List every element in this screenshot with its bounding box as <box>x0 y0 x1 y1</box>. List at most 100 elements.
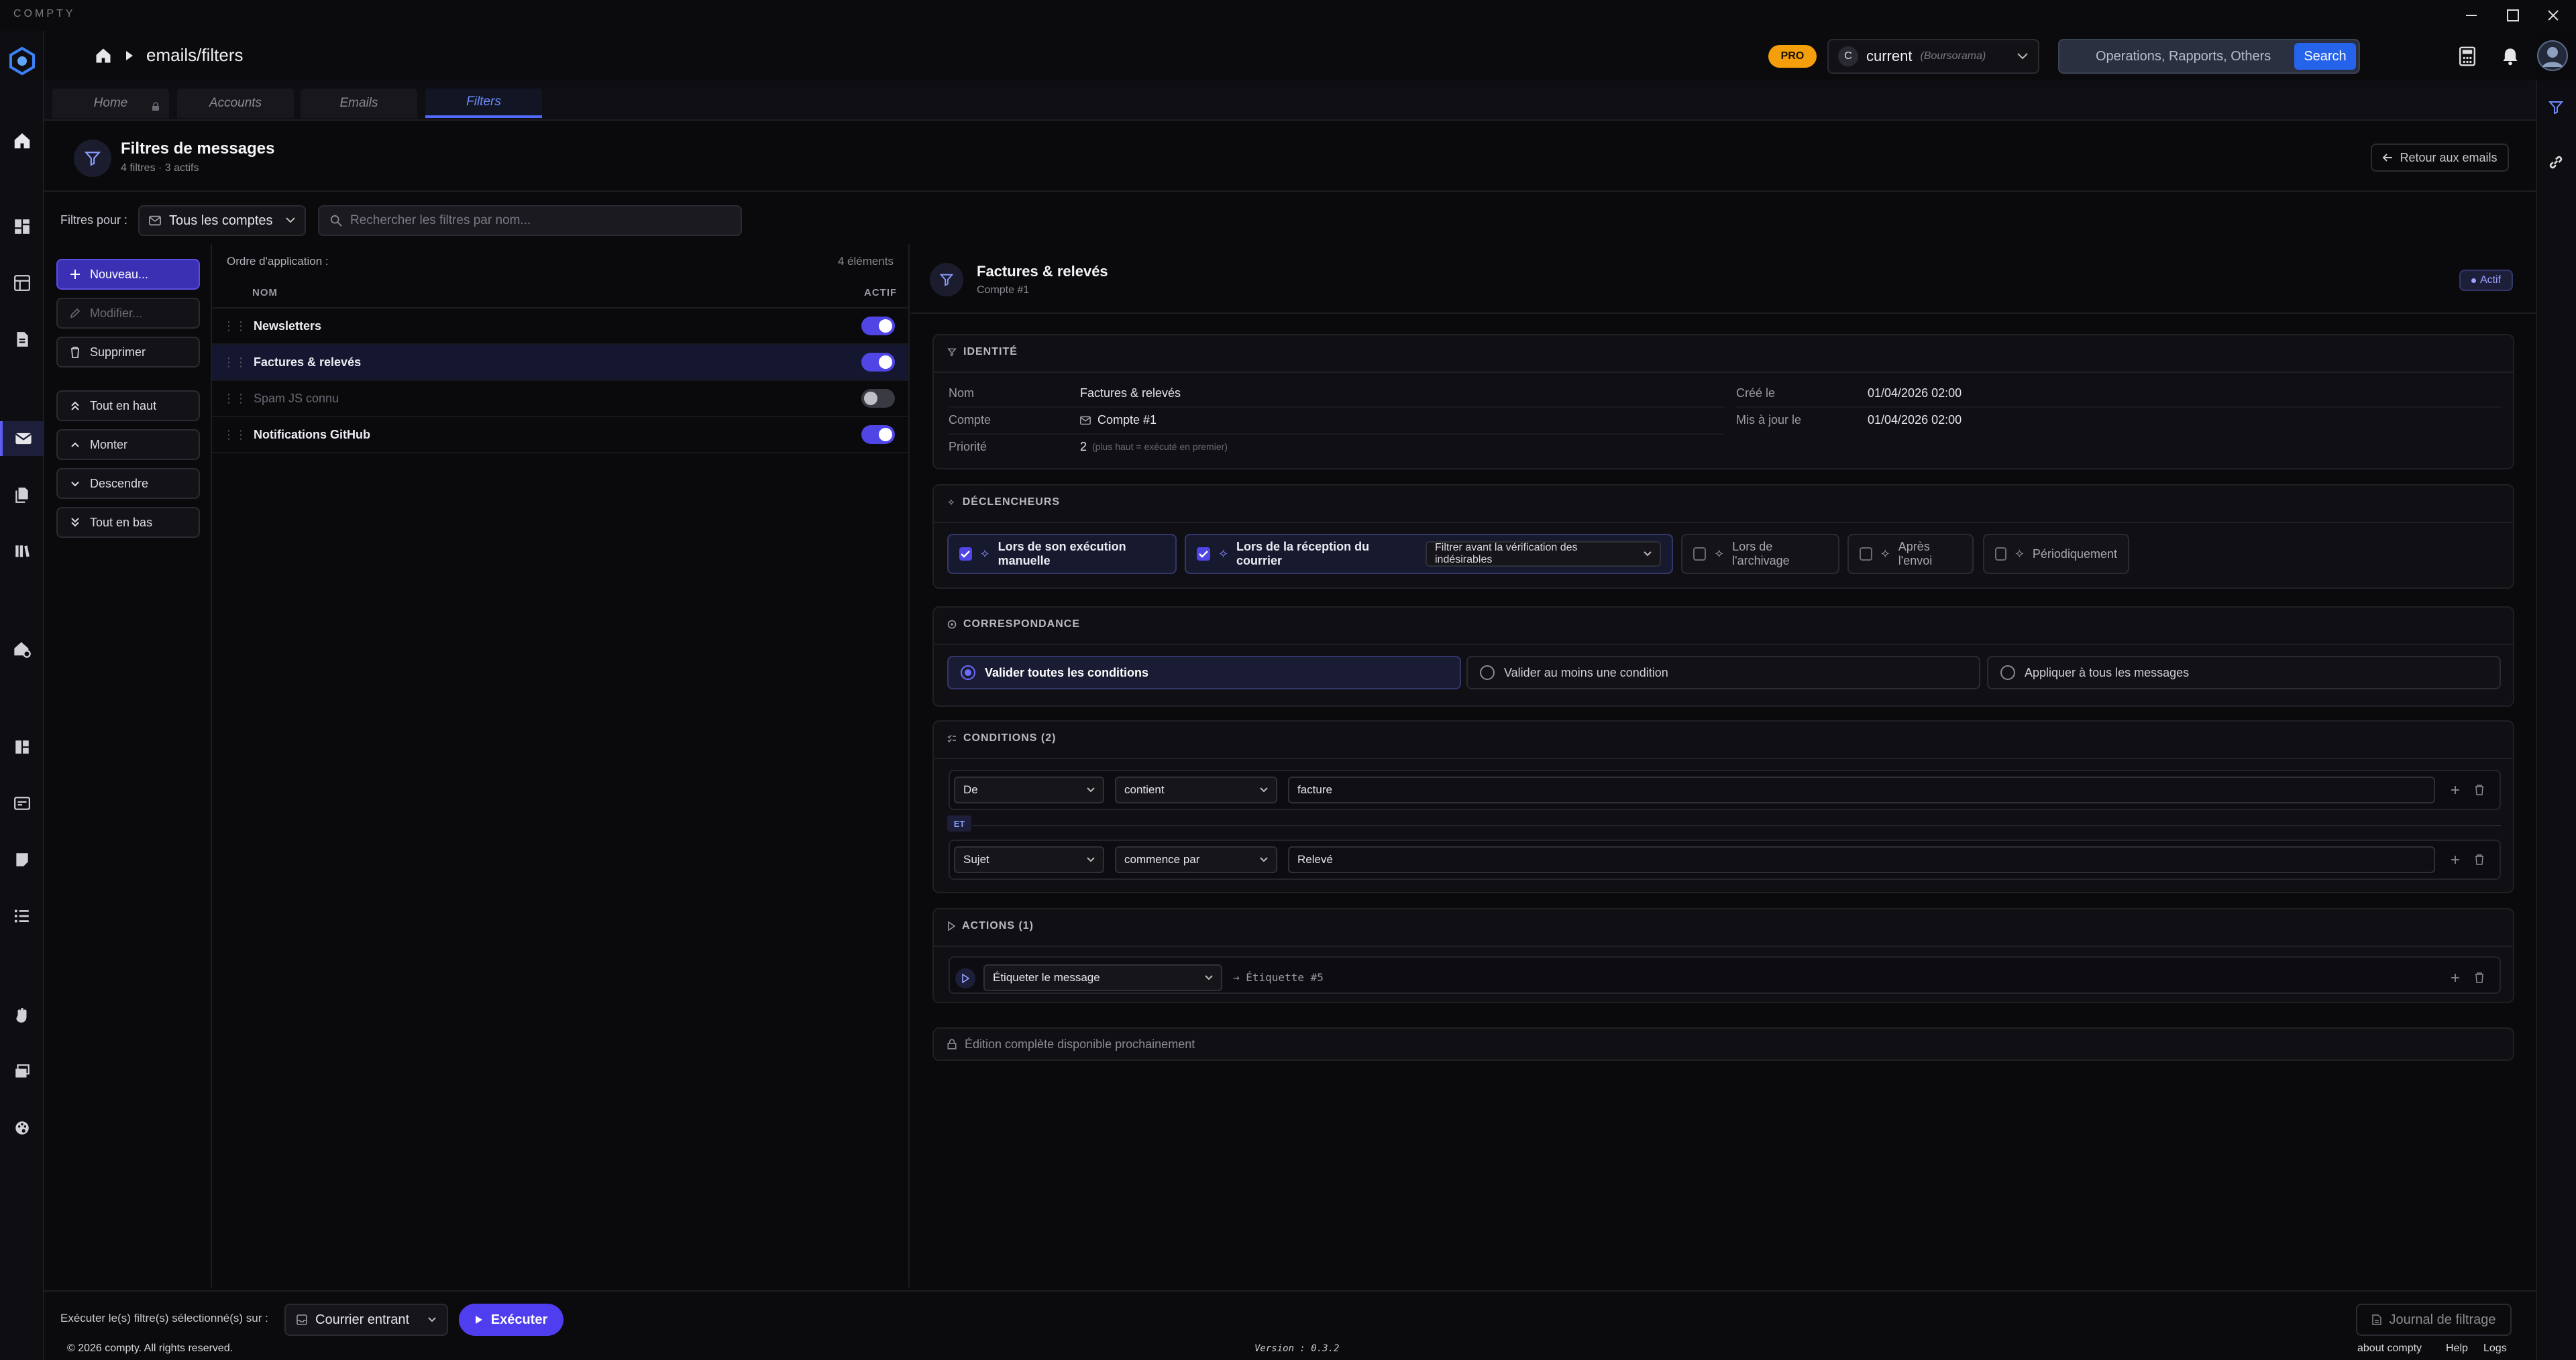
user-avatar[interactable] <box>2537 40 2568 71</box>
home-icon[interactable] <box>94 46 113 65</box>
drag-handle-icon[interactable]: ⋮⋮ <box>223 428 247 442</box>
condition-field-select[interactable]: De <box>954 777 1104 803</box>
rail-home[interactable] <box>9 127 36 154</box>
rail-files[interactable] <box>9 481 36 508</box>
active-toggle[interactable] <box>861 353 895 372</box>
delete-condition-button[interactable] <box>2470 781 2489 799</box>
about-link[interactable]: about compty <box>2357 1343 2422 1355</box>
trigger-periodic[interactable]: ✧ Périodiquement <box>1983 534 2129 574</box>
edit-filter-button[interactable]: Modifier... <box>56 298 200 329</box>
checkbox-checked[interactable] <box>959 547 972 561</box>
rail-dashboard[interactable] <box>9 213 36 240</box>
filter-row-selected[interactable]: ⋮⋮ Factures & relevés <box>212 345 908 381</box>
plus-icon <box>70 270 80 279</box>
filter-search-input[interactable]: Rechercher les filtres par nom... <box>318 205 742 236</box>
receive-timing-select[interactable]: Filtrer avant la vérification des indési… <box>1425 541 1661 567</box>
checkbox-unchecked[interactable] <box>1860 547 1872 561</box>
move-up-button[interactable]: Monter <box>56 429 200 460</box>
right-rail-link[interactable] <box>2542 149 2569 176</box>
checkbox-checked[interactable] <box>1197 547 1210 561</box>
run-button[interactable]: Exécuter <box>459 1304 564 1336</box>
condition-value-input[interactable]: facture <box>1288 777 2435 803</box>
active-toggle[interactable] <box>861 317 895 335</box>
rail-house-settings[interactable] <box>9 636 36 663</box>
add-condition-button[interactable] <box>2446 850 2465 869</box>
drag-handle-icon[interactable]: ⋮⋮ <box>223 392 247 406</box>
files-icon <box>15 488 28 503</box>
help-link[interactable]: Help <box>2446 1343 2468 1355</box>
trigger-manual[interactable]: ✧ Lors de son exécution manuelle <box>947 534 1177 574</box>
match-every-option[interactable]: Appliquer à tous les messages <box>1987 656 2501 689</box>
trigger-send[interactable]: ✧ Après l'envoi <box>1847 534 1974 574</box>
new-filter-button[interactable]: Nouveau... <box>56 259 200 290</box>
active-toggle[interactable] <box>861 389 895 408</box>
back-to-emails-button[interactable]: Retour aux emails <box>2371 144 2509 172</box>
rail-hand[interactable] <box>9 1002 36 1029</box>
rail-windows[interactable] <box>9 1058 36 1085</box>
add-condition-button[interactable] <box>2446 781 2465 799</box>
tab-filters[interactable]: Filters <box>425 89 542 118</box>
move-top-button[interactable]: Tout en haut <box>56 390 200 421</box>
trigger-archive[interactable]: ✧ Lors de l'archivage <box>1681 534 1839 574</box>
match-any-option[interactable]: Valider au moins une condition <box>1466 656 1980 689</box>
rail-layout[interactable] <box>9 734 36 760</box>
active-toggle[interactable] <box>861 425 895 444</box>
run-target-select[interactable]: Courrier entrant <box>284 1304 448 1336</box>
minimize-button[interactable] <box>2451 3 2491 28</box>
rail-emails[interactable] <box>0 421 44 456</box>
action-select[interactable]: Étiqueter le message <box>983 964 1222 991</box>
move-bottom-button[interactable]: Tout en bas <box>56 507 200 538</box>
double-chevron-up-icon <box>71 401 79 410</box>
condition-field-select[interactable]: Sujet <box>954 846 1104 873</box>
maximize-button[interactable] <box>2493 3 2533 28</box>
close-icon <box>2548 10 2559 21</box>
tab-emails[interactable]: Emails <box>301 89 417 118</box>
tab-accounts[interactable]: Accounts <box>177 89 294 118</box>
delete-filter-button[interactable]: Supprimer <box>56 337 200 367</box>
rail-document[interactable] <box>9 326 36 353</box>
rail-palette[interactable] <box>9 1115 36 1141</box>
rail-card[interactable] <box>9 790 36 817</box>
filter-row[interactable]: ⋮⋮ Notifications GitHub <box>212 417 908 453</box>
app-logo[interactable] <box>5 44 39 78</box>
logs-link[interactable]: Logs <box>2483 1343 2507 1355</box>
add-action-button[interactable] <box>2446 968 2465 987</box>
updated-value: 01/04/2026 02:00 <box>1868 413 1962 427</box>
close-window-button[interactable] <box>2533 3 2573 28</box>
filter-icon <box>947 348 957 357</box>
drag-handle-icon[interactable]: ⋮⋮ <box>223 355 247 370</box>
page-subtitle: 4 filtres · 3 actifs <box>121 162 199 174</box>
move-down-button[interactable]: Descendre <box>56 468 200 499</box>
notifications-button[interactable] <box>2498 43 2522 70</box>
note-icon <box>16 853 28 866</box>
condition-operator-select[interactable]: commence par <box>1115 846 1277 873</box>
condition-operator-select[interactable]: contient <box>1115 777 1277 803</box>
drag-handle-icon[interactable]: ⋮⋮ <box>223 319 247 333</box>
rail-library[interactable] <box>9 538 36 565</box>
delete-condition-button[interactable] <box>2470 850 2489 869</box>
calculator-button[interactable] <box>2455 43 2479 70</box>
checkbox-unchecked[interactable] <box>1693 547 1707 561</box>
filter-name: Notifications GitHub <box>254 427 370 441</box>
chevron-up-icon <box>71 442 79 447</box>
search-button[interactable]: Search <box>2294 43 2356 70</box>
filter-row[interactable]: ⋮⋮ Spam JS connu <box>212 381 908 417</box>
tab-bar <box>44 80 2536 121</box>
rail-grid[interactable] <box>9 270 36 296</box>
radio-selected[interactable] <box>961 665 975 680</box>
radio-unselected[interactable] <box>2000 665 2015 680</box>
checkbox-unchecked[interactable] <box>1995 547 2006 561</box>
delete-action-button[interactable] <box>2470 968 2489 987</box>
button-label: Tout en haut <box>90 398 157 412</box>
rail-notes[interactable] <box>9 846 36 873</box>
filter-row[interactable]: ⋮⋮ Newsletters <box>212 308 908 345</box>
radio-unselected[interactable] <box>1480 665 1495 680</box>
account-filter-select[interactable]: Tous les comptes <box>138 205 306 236</box>
match-all-option[interactable]: Valider toutes les conditions <box>947 656 1461 689</box>
rail-list[interactable] <box>9 903 36 929</box>
right-rail-filter[interactable] <box>2542 94 2569 121</box>
account-selector[interactable]: C current (Boursorama) <box>1827 39 2039 74</box>
trigger-receive[interactable]: ✧ Lors de la réception du courrier Filtr… <box>1185 534 1673 574</box>
condition-value-input[interactable]: Relevé <box>1288 846 2435 873</box>
filter-log-button[interactable]: Journal de filtrage <box>2356 1304 2512 1336</box>
